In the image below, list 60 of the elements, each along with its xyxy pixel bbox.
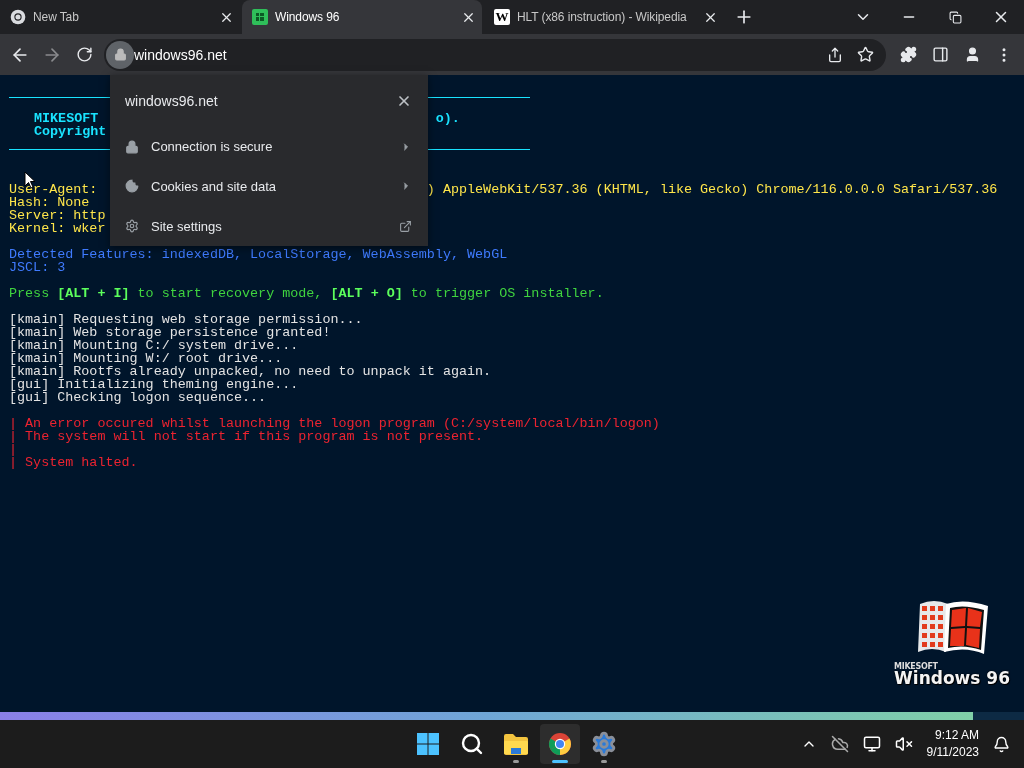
terminal-line: [kmain] Mounting W:/ root drive... xyxy=(9,352,283,365)
terminal-line: [kmain] Requesting web storage permission... xyxy=(9,313,363,326)
popup-menu-item[interactable]: Cookies and site data xyxy=(125,166,428,207)
chrome-icon xyxy=(10,9,26,25)
browser-tab[interactable]: New Tab xyxy=(0,0,240,34)
url-text: windows96.net xyxy=(134,46,228,63)
extensions-icon[interactable] xyxy=(899,46,917,63)
volume-muted-icon[interactable] xyxy=(894,735,913,753)
search-icon xyxy=(460,732,484,756)
popup-title: windows96.net xyxy=(125,92,219,109)
lock-icon xyxy=(125,139,139,154)
taskbar-app[interactable] xyxy=(540,724,580,764)
terminal-line: MIKESOFT xyxy=(34,112,100,125)
terminal-line: User-Agent: xyxy=(9,183,98,196)
terminal-line: | The system will not start if this program is not present. xyxy=(9,430,484,443)
terminal-line: | System halted. xyxy=(9,456,138,469)
terminal-line: JSCL: 3 xyxy=(9,261,66,274)
settings-icon xyxy=(591,731,617,757)
terminal-line: | xyxy=(9,443,18,456)
terminal-line: Detected Features: indexedDB, LocalStorage, WebAssembly, WebGL xyxy=(9,248,508,261)
notification-icon[interactable] xyxy=(993,735,1010,753)
bookmark-star-icon[interactable] xyxy=(856,46,874,63)
settings-icon xyxy=(125,219,139,234)
share-icon[interactable] xyxy=(827,46,843,63)
lock-icon[interactable] xyxy=(106,40,134,69)
side-panel-icon[interactable] xyxy=(931,46,949,63)
tab-favicon: W xyxy=(494,9,510,25)
terminal-line: | An error occured whilst launching the logon program (C:/system/local/bin/logon) xyxy=(9,417,660,430)
chrome-icon xyxy=(548,732,572,756)
terminal-line: Kernel: wker xyxy=(9,222,106,235)
browser-tab[interactable]: W HLT (x86 instruction) - Wikipedia xyxy=(484,0,724,34)
clock[interactable]: 9:12 AM 9/11/2023 xyxy=(926,727,979,761)
terminal-line: [kmain] Web storage persistence granted! xyxy=(9,326,331,339)
windows-icon xyxy=(416,732,440,756)
popup-menu-item[interactable]: Connection is secure xyxy=(125,126,428,167)
tab-title: Windows 96 xyxy=(275,10,341,24)
terminal-line: Copyright xyxy=(34,125,107,138)
terminal-line: ) AppleWebKit/537.36 (KHTML, like Gecko) Chrome/116.0.0.0 Safari/537.36 xyxy=(426,183,998,196)
terminal-line: o). xyxy=(435,112,460,125)
logo-brand: MIKESOFT xyxy=(894,662,938,671)
external-link-icon xyxy=(399,219,412,233)
terminal-line: Server: http xyxy=(9,209,106,222)
popup-menu-item[interactable]: Site settings xyxy=(125,206,428,246)
address-bar[interactable]: windows96.net xyxy=(104,38,886,71)
terminal-line: Hash: None xyxy=(9,196,90,209)
terminal-line: Press [ALT + I] to start recovery mode, [ALT + O] to trigger OS installer. xyxy=(9,287,604,300)
logo-name: Windows 96 xyxy=(894,668,1010,688)
cloud-off-icon[interactable] xyxy=(830,735,849,753)
terminal-line: [gui] Initializing theming engine... xyxy=(9,378,299,391)
terminal-line: [kmain] Mounting C:/ system drive... xyxy=(9,339,299,352)
tab-title: New Tab xyxy=(33,10,80,24)
folder-icon xyxy=(503,733,529,755)
tab-title: HLT (x86 instruction) - Wikipedia xyxy=(517,10,688,24)
terminal-line: [kmain] Rootfs already unpacked, no need to unpack it again. xyxy=(9,365,492,378)
restore-icon[interactable] xyxy=(948,10,962,24)
browser-tab[interactable]: Windows 96 xyxy=(242,0,482,34)
reload-icon[interactable] xyxy=(75,46,93,63)
network-icon[interactable] xyxy=(862,735,881,753)
cookie-icon xyxy=(125,179,139,194)
terminal-line: [gui] Checking logon sequence... xyxy=(9,391,267,404)
